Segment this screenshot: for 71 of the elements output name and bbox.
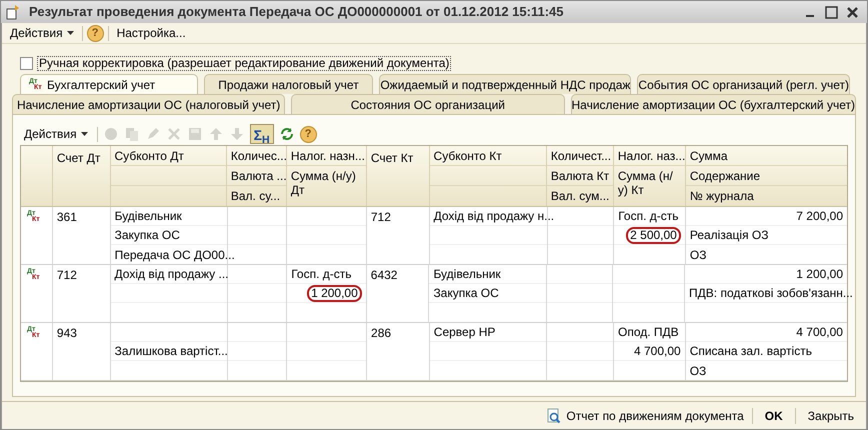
tab[interactable]: Состояния ОС организаций (291, 94, 564, 114)
help-button[interactable]: ? (86, 24, 104, 42)
cell-text: Дохід від продажу ... (114, 266, 228, 283)
tab[interactable]: Продажи налоговый учет (204, 74, 374, 94)
refresh-icon[interactable] (278, 126, 295, 142)
column-header[interactable]: Субконто Кт (434, 146, 502, 164)
cell-text: Реалізація ОЗ (690, 227, 768, 244)
caret-icon (66, 31, 74, 35)
cell-text: Передача ОС ДО00... (114, 246, 235, 264)
column-header[interactable]: Количес... (230, 146, 287, 164)
column-header[interactable]: № журнала (690, 187, 754, 205)
cell-text: Закупка ОС (433, 285, 499, 302)
document-icon (5, 4, 21, 20)
cell-text: Госп. д-сть (291, 266, 352, 283)
column-header[interactable]: Количест... (550, 146, 612, 164)
cell-text: 712 (56, 266, 77, 284)
column-header[interactable]: Счет Кт (370, 151, 414, 165)
cell-text: 286 (371, 324, 392, 342)
cell-text: 712 (370, 208, 391, 226)
report-button[interactable]: Отчет по движениям документа (546, 406, 744, 424)
cell-text: Закупка ОС (114, 227, 180, 244)
cell-text: 943 (56, 324, 77, 342)
cell-text: Дохід від продажу н... (434, 208, 554, 225)
column-header[interactable]: Содержание (690, 166, 760, 184)
cell-text: 6432 (370, 266, 398, 284)
cell-text: Списана зал. вартість (690, 343, 812, 360)
cell-text: ОЗ (690, 246, 706, 264)
cell-text: 4 700,00 (634, 343, 681, 360)
cell-text: Будівельник (114, 208, 182, 225)
column-header[interactable]: Вал. су... (230, 187, 280, 205)
cell-text: ОЗ (690, 362, 706, 380)
ok-button[interactable]: OK (760, 406, 787, 424)
highlighted-cell-text: 2 500,00 (626, 226, 681, 244)
cell-text: Сервер НР (434, 324, 496, 341)
column-header[interactable]: Сумма (н/у) Кт (618, 169, 681, 197)
close-button[interactable]: Закрыть (804, 406, 858, 424)
document-search-icon (546, 408, 562, 424)
actions-menu[interactable]: Действия (6, 24, 78, 42)
cell-text: Госп. д-сть (618, 208, 678, 225)
column-header[interactable]: Налог. назн... (290, 146, 365, 164)
caret-icon (80, 132, 88, 136)
column-header[interactable]: Сумма (н/у) Дт (290, 169, 362, 197)
cell-text: Опод. ПДВ (618, 324, 679, 341)
close-icon[interactable] (846, 6, 859, 18)
cell-text: Залишкова вартіст... (114, 343, 228, 360)
column-header[interactable]: Субконто Дт (114, 146, 184, 164)
cell-text: 361 (56, 208, 77, 226)
tab[interactable]: События ОС организаций (регл. учет) (637, 74, 850, 94)
cell-text: 1 200,00 (796, 266, 844, 283)
checkbox-label[interactable]: Ручная корректировка (разрешает редактирование движений документа) (37, 56, 452, 70)
cell-text: ПДВ: податкові зобов'язанн... (689, 285, 853, 302)
maximize-icon[interactable] (825, 6, 838, 18)
cell-text: Будівельник (433, 266, 501, 283)
tab[interactable]: Начисление амортизации ОС (бухгалтерский учет) (570, 94, 856, 114)
settings-menu[interactable]: Настройка... (112, 24, 190, 42)
column-header[interactable]: Валюта Кт (550, 166, 610, 184)
column-header[interactable]: Счет Дт (56, 151, 100, 165)
help-button[interactable]: ? (300, 126, 317, 142)
cell-text: 4 700,00 (796, 324, 843, 341)
window-title: Результат проведения документа Передача ОС ДО000000001 от 01.12.2012 15:11:45 (29, 3, 564, 22)
totals-toggle[interactable]: Σ$_{H}$ (250, 124, 274, 144)
actions-menu[interactable]: Действия (20, 125, 92, 143)
column-header[interactable]: Вал. сум... (550, 187, 610, 205)
highlighted-cell-text: 1 200,00 (307, 284, 362, 302)
tab[interactable]: Начисление амортизации ОС (налоговый учет) (12, 94, 286, 114)
column-header[interactable]: Валюта ... (230, 166, 287, 184)
manual-edit-checkbox[interactable] (20, 56, 33, 70)
tab[interactable]: Ожидаемый и подтвержденный НДС продаж (379, 74, 632, 94)
column-header[interactable]: Налог. наз... (618, 146, 686, 164)
column-header[interactable]: Сумма (690, 146, 728, 164)
cell-text: 7 200,00 (796, 208, 844, 225)
